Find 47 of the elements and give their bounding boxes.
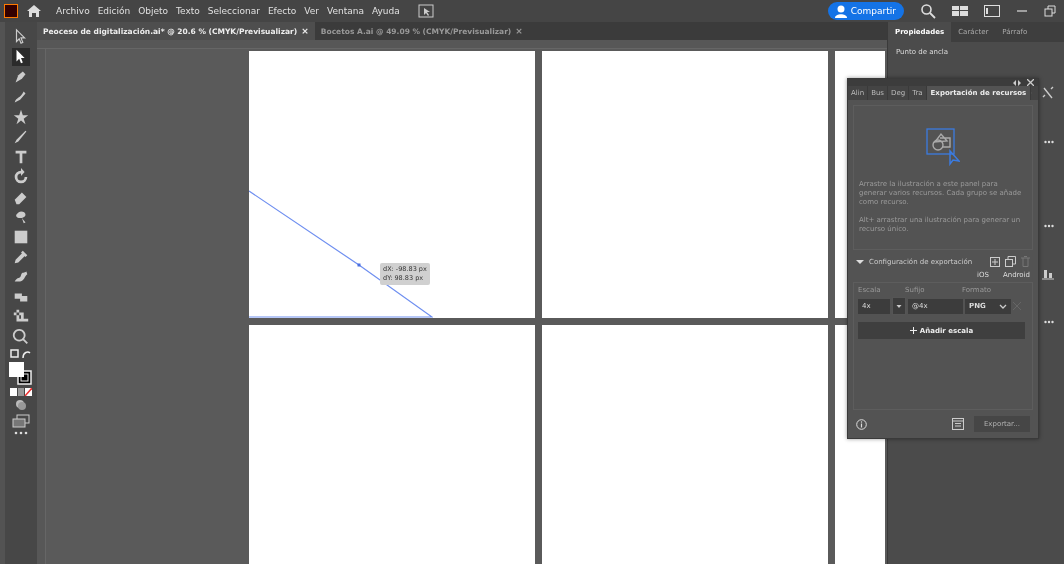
menu-item[interactable]: Efecto (267, 6, 297, 16)
swap-colors-icon[interactable] (10, 348, 32, 360)
restore-icon[interactable] (1044, 5, 1056, 17)
more-options-icon[interactable] (1044, 320, 1054, 324)
color-mode-icon[interactable] (10, 388, 32, 396)
direct-selection-tool-icon[interactable] (12, 48, 30, 66)
panel-layout-icon[interactable] (984, 5, 1000, 17)
close-icon[interactable]: × (301, 26, 309, 36)
app-logo-icon (4, 4, 18, 18)
duplicate-icon[interactable] (1005, 256, 1016, 267)
disclosure-icon[interactable] (856, 258, 864, 265)
menu-item[interactable]: Seleccionar (207, 6, 260, 16)
rotate-tool-icon[interactable] (12, 168, 30, 186)
star-tool-icon[interactable] (12, 108, 30, 126)
settings-list-icon[interactable] (951, 418, 964, 430)
menu-item[interactable]: Archivo (56, 6, 90, 16)
workspace-icon[interactable] (952, 5, 968, 17)
menu-item[interactable]: Texto (176, 6, 200, 16)
more-options-icon[interactable] (1044, 140, 1054, 144)
add-icon[interactable] (990, 256, 1000, 267)
menu-item[interactable]: Edición (97, 6, 131, 16)
home-icon[interactable] (26, 4, 42, 18)
search-icon[interactable] (920, 3, 936, 19)
align-bottom-icon[interactable] (1042, 268, 1054, 280)
info-icon[interactable] (856, 418, 867, 430)
menu-item[interactable]: Ver (304, 6, 320, 16)
fill-stroke-icon[interactable] (9, 362, 33, 386)
chevron-down-icon (999, 303, 1007, 309)
more-options-icon[interactable] (1044, 224, 1054, 228)
plus-icon (909, 327, 917, 334)
more-tools-icon[interactable] (14, 430, 28, 436)
close-icon[interactable]: × (515, 26, 523, 36)
unlink-icon[interactable] (1042, 86, 1054, 100)
menu-item[interactable]: Ventana (327, 6, 364, 16)
menu-item[interactable]: Ayuda (372, 6, 400, 16)
menu-item[interactable]: Objeto (138, 6, 169, 16)
draw-mode-icon[interactable] (14, 398, 28, 412)
gradient-tool-icon[interactable] (12, 228, 30, 246)
drag-artwork-icon (926, 127, 960, 166)
arrange-documents-icon[interactable] (417, 4, 434, 18)
zoom-tool-icon[interactable] (12, 328, 30, 346)
close-icon[interactable] (1027, 79, 1034, 86)
user-add-icon (833, 4, 848, 18)
share-button[interactable]: Compartir (827, 2, 904, 20)
screen-mode-icon[interactable] (12, 414, 30, 428)
eyedropper-tool-icon[interactable] (12, 248, 30, 266)
dropdown-button[interactable] (892, 297, 906, 315)
